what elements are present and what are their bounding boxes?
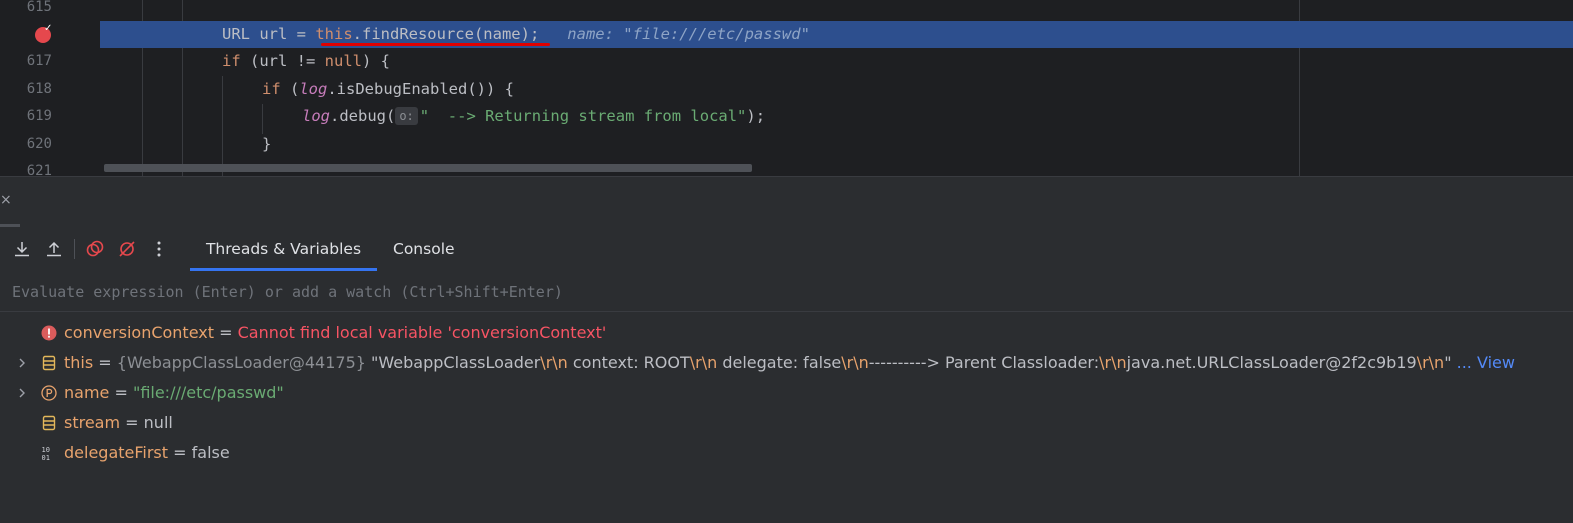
code-text[interactable]: if (url != null) { bbox=[222, 48, 390, 75]
variable-row-conversionContext[interactable]: conversionContext = Cannot find local va… bbox=[0, 318, 1573, 348]
line-number[interactable]: 620 bbox=[0, 131, 52, 158]
code-token: (url != bbox=[240, 52, 325, 70]
line-number[interactable]: 618 bbox=[0, 76, 52, 103]
code-text[interactable]: log.debug(o: " --> Returning stream from … bbox=[302, 103, 765, 130]
value-text: context: ROOT bbox=[567, 353, 690, 372]
value-text: java.net.URLClassLoader@2f2c9b19 bbox=[1126, 353, 1417, 372]
variable-name: name bbox=[64, 383, 110, 402]
code-line-620[interactable]: 620 } bbox=[0, 131, 1573, 158]
variable-name: stream bbox=[64, 413, 121, 432]
code-line-615[interactable]: 615 bbox=[0, 0, 1573, 21]
variable-name: delegateFirst bbox=[64, 443, 169, 462]
code-token: null bbox=[324, 52, 362, 70]
error-icon bbox=[41, 325, 57, 341]
field-icon bbox=[42, 415, 56, 431]
escape-sequence: \r\n bbox=[689, 353, 718, 372]
code-line-617[interactable]: 617 if (url != null) { bbox=[0, 48, 1573, 75]
evaluate-expression-bar bbox=[0, 271, 1573, 313]
variable-error: Cannot find local variable 'conversionCo… bbox=[237, 323, 607, 342]
variable-row-delegateFirst[interactable]: 10 01 delegateFirst = false bbox=[0, 438, 1573, 468]
code-token: URL url = bbox=[222, 25, 316, 43]
variable-row-stream[interactable]: stream = null bbox=[0, 408, 1573, 438]
code-token: log bbox=[299, 80, 328, 98]
more-options-icon[interactable] bbox=[148, 227, 170, 271]
code-token: ); bbox=[746, 107, 766, 125]
variable-value: "file:///etc/passwd" bbox=[132, 383, 284, 402]
toolbar-separator bbox=[74, 239, 75, 259]
value-text: "WebappClassLoader bbox=[371, 353, 541, 372]
code-token: if bbox=[222, 52, 241, 70]
parameter-icon bbox=[41, 385, 57, 401]
variable-text: conversionContext = Cannot find local va… bbox=[64, 318, 606, 348]
line-number[interactable]: 619 bbox=[0, 103, 52, 130]
escape-sequence: \r\n bbox=[1099, 353, 1127, 372]
upload-icon[interactable] bbox=[43, 227, 65, 271]
evaluate-expression-input[interactable] bbox=[0, 271, 1573, 313]
breakpoints-icon[interactable] bbox=[84, 227, 106, 271]
variables-tree: conversionContext = Cannot find local va… bbox=[0, 312, 1573, 523]
svg-text:10: 10 bbox=[42, 446, 50, 454]
code-editor[interactable]: 615 URL url = this.findResource(name); n… bbox=[0, 0, 1573, 176]
code-line-619[interactable]: 619 log.debug(o: " --> Returning stream f… bbox=[0, 103, 1573, 130]
debug-panel-header bbox=[0, 176, 1573, 227]
code-token: log bbox=[302, 107, 330, 125]
code-token: .findResource(name); bbox=[352, 25, 540, 43]
tab-console[interactable]: Console bbox=[393, 227, 455, 271]
primitive-icon: 10 01 bbox=[42, 446, 50, 461]
code-text[interactable]: } bbox=[262, 131, 271, 158]
tab-threads-variables[interactable]: Threads & Variables bbox=[190, 227, 377, 271]
field-icon bbox=[42, 355, 56, 371]
ellipsis: ... bbox=[1451, 353, 1477, 372]
value-text: delegate: false bbox=[717, 353, 842, 372]
variable-row-this[interactable]: this = {WebappClassLoader@44175} "Webapp… bbox=[0, 348, 1573, 378]
red-annotation-underline bbox=[321, 43, 550, 46]
parameter-hint: o: bbox=[395, 107, 418, 125]
equals-sign: = bbox=[168, 443, 192, 462]
code-line-618[interactable]: 618 if (log.isDebugEnabled()) { bbox=[0, 76, 1573, 103]
variable-value: false bbox=[191, 443, 230, 462]
variable-name: this bbox=[64, 353, 94, 372]
checkmark-icon: ✓ bbox=[44, 23, 53, 34]
variable-text: this = {WebappClassLoader@44175} "Webapp… bbox=[64, 348, 1515, 378]
code-token: ( bbox=[280, 80, 300, 98]
variable-text: delegateFirst = false bbox=[64, 438, 230, 468]
variable-text: name = "file:///etc/passwd" bbox=[64, 378, 284, 408]
variable-value: null bbox=[143, 413, 173, 432]
close-icon[interactable]: × bbox=[0, 192, 12, 208]
variable-type: {WebappClassLoader@44175} bbox=[116, 353, 366, 372]
value-text: " bbox=[1444, 353, 1452, 372]
value-text: ----------> Parent Classloader: bbox=[868, 353, 1100, 372]
variable-row-name[interactable]: name = "file:///etc/passwd" bbox=[0, 378, 1573, 408]
line-number[interactable]: 615 bbox=[0, 0, 52, 21]
variable-name: conversionContext bbox=[64, 323, 215, 342]
code-text[interactable]: if (log.isDebugEnabled()) { bbox=[262, 76, 514, 103]
debug-toolbar: Threads & Variables Console bbox=[0, 227, 1573, 272]
mute-breakpoints-icon[interactable] bbox=[116, 227, 138, 271]
code-token: this bbox=[315, 25, 353, 43]
download-icon[interactable] bbox=[11, 227, 33, 271]
code-token: .isDebugEnabled()) { bbox=[327, 80, 514, 98]
code-token: " --> Returning stream from local" bbox=[419, 107, 747, 125]
code-token: if bbox=[262, 80, 281, 98]
escape-sequence: \r\n bbox=[540, 353, 568, 372]
equals-sign: = bbox=[120, 413, 144, 432]
view-link[interactable]: View bbox=[1477, 353, 1515, 372]
equals-sign: = bbox=[93, 353, 117, 372]
code-token: .debug( bbox=[330, 107, 396, 125]
escape-sequence: \r\n bbox=[1416, 353, 1445, 372]
line-number[interactable]: 621 bbox=[0, 158, 52, 176]
chevron-right-icon[interactable] bbox=[17, 378, 31, 408]
equals-sign: = bbox=[214, 323, 238, 342]
code-line-616[interactable]: URL url = this.findResource(name); name:… bbox=[0, 21, 1573, 48]
code-token: ) { bbox=[362, 52, 390, 70]
chevron-right-icon[interactable] bbox=[17, 348, 31, 378]
svg-text:01: 01 bbox=[42, 454, 50, 461]
line-number[interactable]: 617 bbox=[0, 48, 52, 75]
inline-debug-value: name: "file:///etc/passwd" bbox=[567, 25, 810, 43]
equals-sign: = bbox=[109, 383, 133, 402]
horizontal-scrollbar[interactable] bbox=[104, 164, 752, 172]
variable-text: stream = null bbox=[64, 408, 173, 438]
escape-sequence: \r\n bbox=[841, 353, 869, 372]
